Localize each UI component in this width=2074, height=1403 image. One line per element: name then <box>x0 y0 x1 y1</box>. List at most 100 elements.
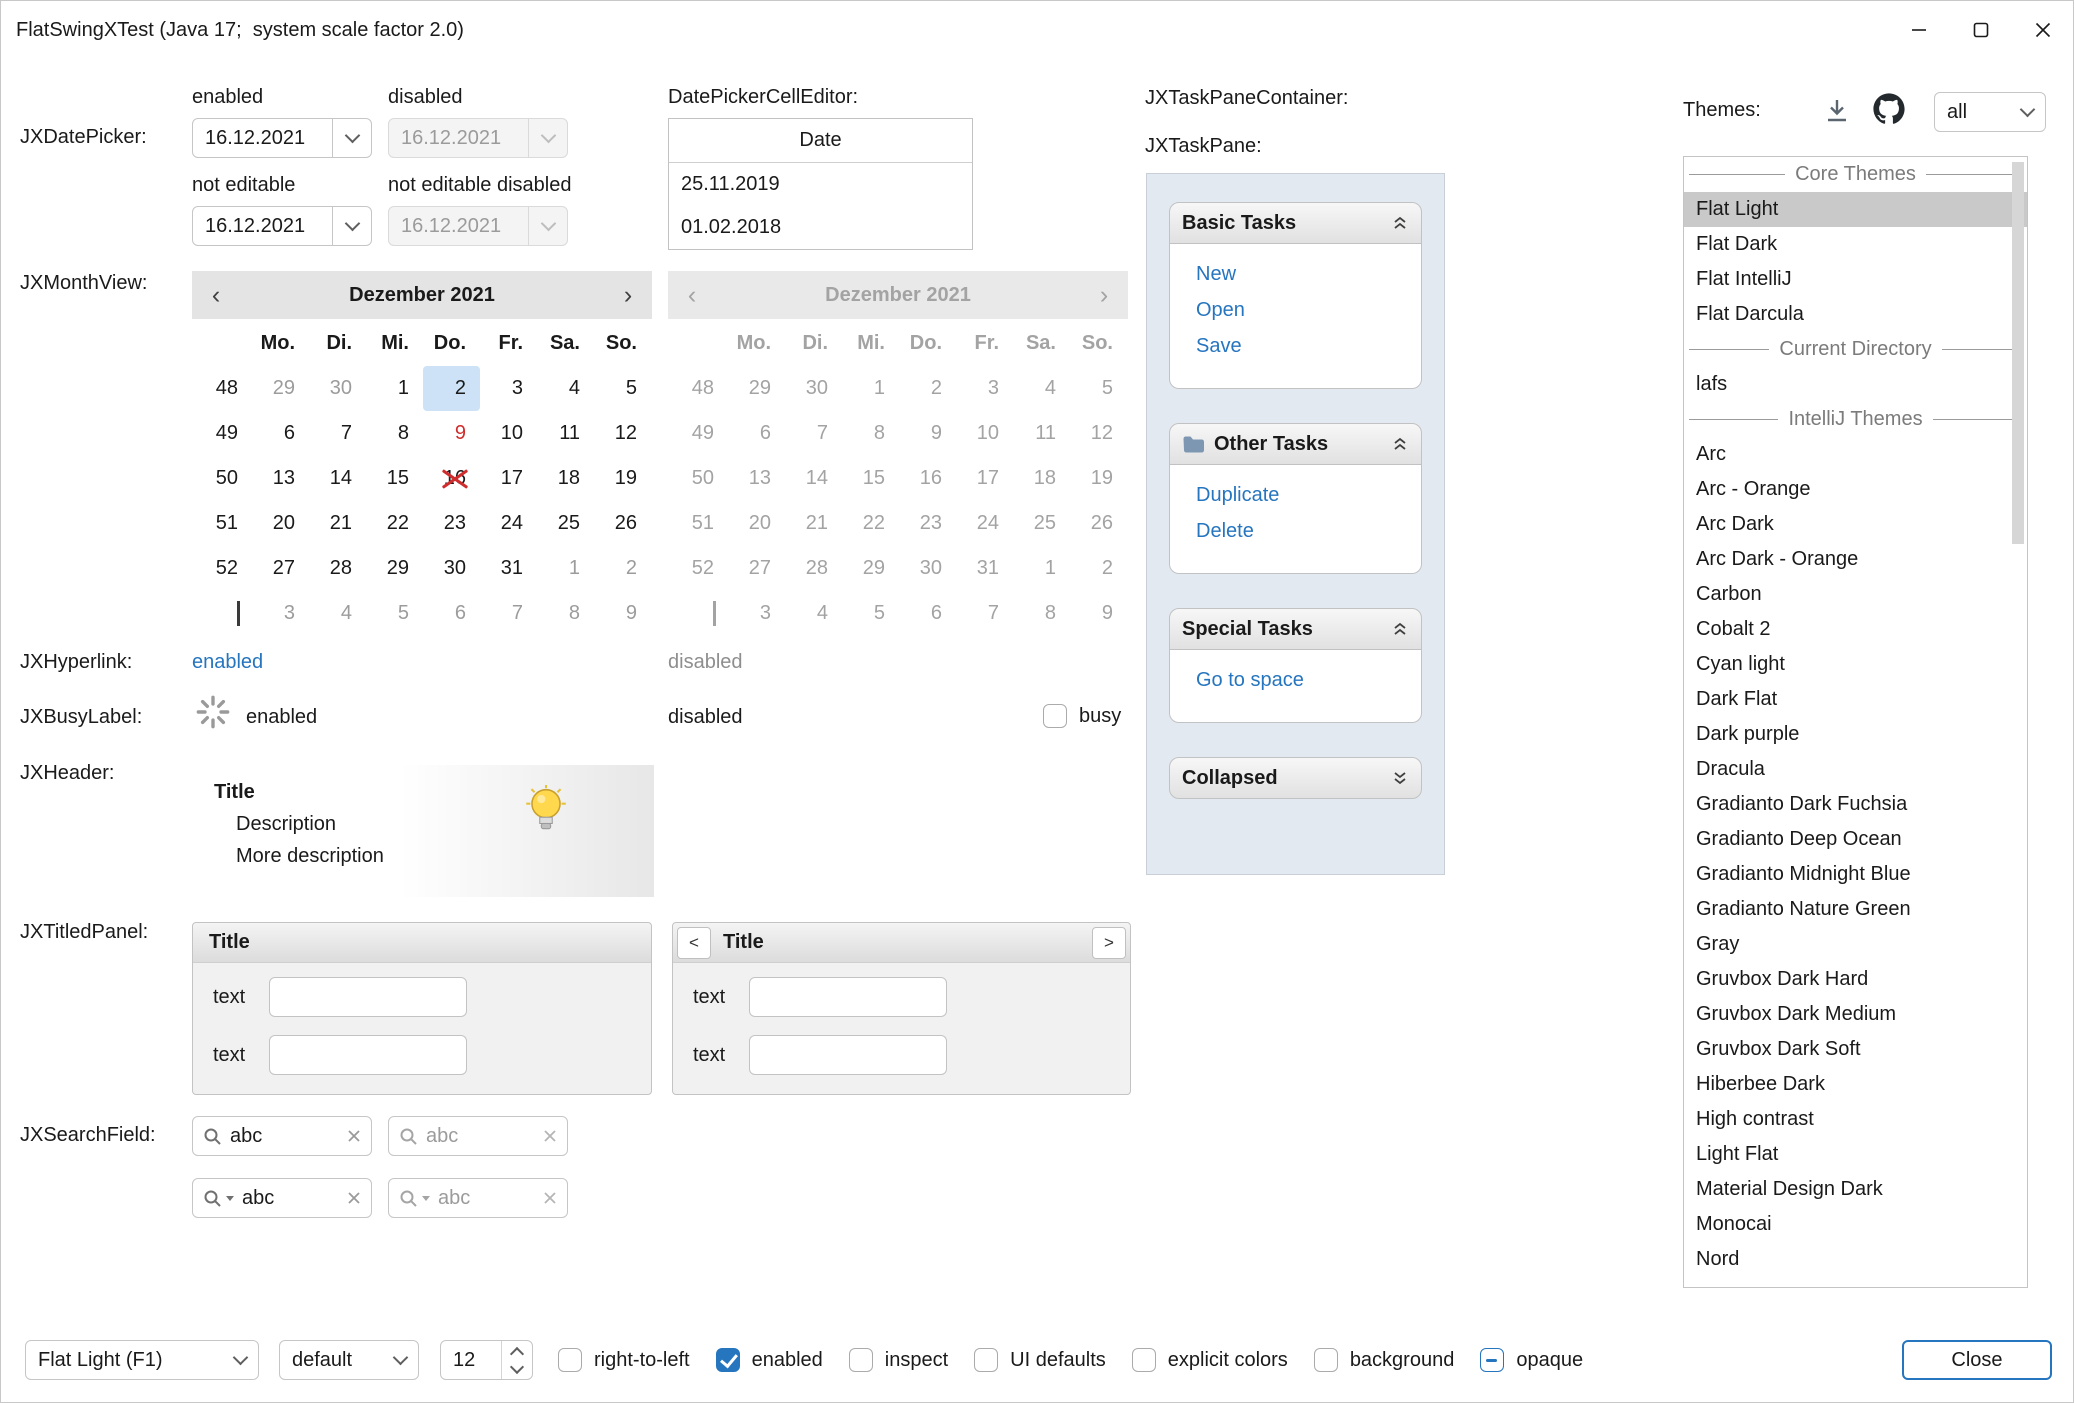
collapse-icon[interactable] <box>1391 215 1409 231</box>
task-link[interactable]: Delete <box>1196 513 1409 549</box>
day-cell[interactable]: 8 <box>366 411 423 456</box>
theme-list-item[interactable]: Dark Flat <box>1684 682 2027 717</box>
next-month-icon[interactable]: › <box>604 281 652 310</box>
theme-list-item[interactable]: High contrast <box>1684 1102 2027 1137</box>
day-cell[interactable]: 16 <box>423 456 480 501</box>
date-picker-enabled[interactable]: 16.12.2021 <box>192 118 372 158</box>
day-cell[interactable]: 24 <box>480 501 537 546</box>
theme-list-item[interactable]: Gradianto Deep Ocean <box>1684 822 2027 857</box>
day-cell[interactable]: 9 <box>423 411 480 456</box>
maximize-button[interactable] <box>1950 0 2012 60</box>
day-cell[interactable]: 4 <box>309 591 366 636</box>
text-input[interactable] <box>269 977 467 1017</box>
expand-icon[interactable] <box>1391 770 1409 786</box>
theme-list-item[interactable]: Gradianto Midnight Blue <box>1684 857 2027 892</box>
day-cell[interactable]: 4 <box>537 366 594 411</box>
search-field[interactable]: abc <box>192 1116 372 1156</box>
collapse-icon[interactable] <box>1391 621 1409 637</box>
taskpane-header[interactable]: Collapsed <box>1169 757 1422 799</box>
theme-list-item[interactable]: Cobalt 2 <box>1684 612 2027 647</box>
task-link[interactable]: Save <box>1196 328 1409 364</box>
theme-list-item[interactable]: Nord <box>1684 1242 2027 1277</box>
day-cell[interactable]: 31 <box>480 546 537 591</box>
day-cell[interactable]: 9 <box>594 591 651 636</box>
day-cell[interactable]: 6 <box>423 591 480 636</box>
taskpane-header[interactable]: Special Tasks <box>1169 608 1422 650</box>
day-cell[interactable]: 7 <box>309 411 366 456</box>
date-picker-dropdown-button[interactable] <box>332 119 371 157</box>
day-cell[interactable]: 14 <box>309 456 366 501</box>
date-picker-value[interactable]: 16.12.2021 <box>193 215 332 238</box>
checkbox-box[interactable] <box>1043 704 1067 728</box>
day-cell[interactable]: 6 <box>252 411 309 456</box>
spinner-up-icon[interactable] <box>510 1346 524 1360</box>
hyperlink-enabled[interactable]: enabled <box>192 651 263 674</box>
font-size-spinner[interactable]: 12 <box>440 1340 533 1380</box>
day-cell[interactable]: 2 <box>423 366 480 411</box>
spinner-down-icon[interactable] <box>510 1359 524 1373</box>
theme-list-item[interactable]: Gray <box>1684 927 2027 962</box>
day-cell[interactable]: 12 <box>594 411 651 456</box>
checkbox-ui-defaults[interactable]: UI defaults <box>974 1348 1106 1372</box>
day-cell[interactable]: 23 <box>423 501 480 546</box>
checkbox-box[interactable] <box>716 1348 740 1372</box>
theme-list-item[interactable]: Arc Dark <box>1684 507 2027 542</box>
date-picker-value[interactable]: 16.12.2021 <box>193 127 332 150</box>
github-icon[interactable] <box>1872 92 1906 126</box>
day-cell[interactable]: 2 <box>594 546 651 591</box>
titled-panel-next-button[interactable]: > <box>1092 927 1126 959</box>
themes-filter-combobox[interactable]: all <box>1934 92 2046 132</box>
day-cell[interactable]: 5 <box>594 366 651 411</box>
theme-list-item[interactable]: Cyan light <box>1684 647 2027 682</box>
day-cell[interactable]: 29 <box>366 546 423 591</box>
date-picker-dropdown-button[interactable] <box>332 207 371 245</box>
text-input[interactable] <box>749 977 947 1017</box>
text-input[interactable] <box>749 1035 947 1075</box>
checkbox-inspect[interactable]: inspect <box>849 1348 948 1372</box>
day-cell[interactable]: 3 <box>252 591 309 636</box>
day-cell[interactable]: 22 <box>366 501 423 546</box>
task-link[interactable]: New <box>1196 256 1409 292</box>
search-menu-arrow-icon[interactable] <box>226 1196 234 1201</box>
busy-checkbox[interactable]: busy <box>1043 704 1121 728</box>
style-combobox[interactable]: default <box>279 1340 419 1380</box>
theme-list-item[interactable]: Hiberbee Dark <box>1684 1067 2027 1102</box>
minimize-button[interactable] <box>1888 0 1950 60</box>
theme-list-item[interactable]: Material Design Dark <box>1684 1172 2027 1207</box>
laf-combobox[interactable]: Flat Light (F1) <box>25 1340 259 1380</box>
day-cell[interactable]: 3 <box>480 366 537 411</box>
search-input[interactable]: abc <box>230 1125 339 1148</box>
day-cell[interactable]: 28 <box>309 546 366 591</box>
day-cell[interactable]: 5 <box>366 591 423 636</box>
task-link[interactable]: Go to space <box>1196 662 1409 698</box>
theme-list-item[interactable]: Arc - Orange <box>1684 472 2027 507</box>
day-cell[interactable]: 8 <box>537 591 594 636</box>
search-icon[interactable] <box>203 1189 222 1208</box>
day-cell[interactable]: 17 <box>480 456 537 501</box>
checkbox-box[interactable] <box>1132 1348 1156 1372</box>
checkbox-right-to-left[interactable]: right-to-left <box>558 1348 690 1372</box>
theme-list-item[interactable]: Dark purple <box>1684 717 2027 752</box>
day-cell[interactable]: 1 <box>366 366 423 411</box>
day-cell[interactable]: 30 <box>309 366 366 411</box>
scrollbar-thumb[interactable] <box>2012 162 2024 544</box>
prev-month-icon[interactable]: ‹ <box>192 281 240 310</box>
theme-list-item[interactable]: Flat Darcula <box>1684 297 2027 332</box>
spinner-value[interactable]: 12 <box>453 1349 491 1372</box>
theme-list-item[interactable]: Light Flat <box>1684 1137 2027 1172</box>
day-cell[interactable]: 30 <box>423 546 480 591</box>
download-icon[interactable] <box>1822 96 1852 126</box>
checkbox-box[interactable] <box>1480 1348 1504 1372</box>
day-cell[interactable]: 25 <box>537 501 594 546</box>
theme-list-item[interactable]: Flat Light <box>1684 192 2027 227</box>
date-picker-not-editable[interactable]: 16.12.2021 <box>192 206 372 246</box>
checkbox-opaque[interactable]: opaque <box>1480 1348 1583 1372</box>
day-cell[interactable]: 19 <box>594 456 651 501</box>
theme-list-item[interactable]: Dracula <box>1684 752 2027 787</box>
close-button[interactable] <box>2012 0 2074 60</box>
day-cell[interactable]: 10 <box>480 411 537 456</box>
day-cell[interactable]: 7 <box>480 591 537 636</box>
theme-list-item[interactable]: Monocai <box>1684 1207 2027 1242</box>
taskpane-header[interactable]: Other Tasks <box>1169 423 1422 465</box>
table-row[interactable]: 01.02.2018 <box>669 206 972 249</box>
